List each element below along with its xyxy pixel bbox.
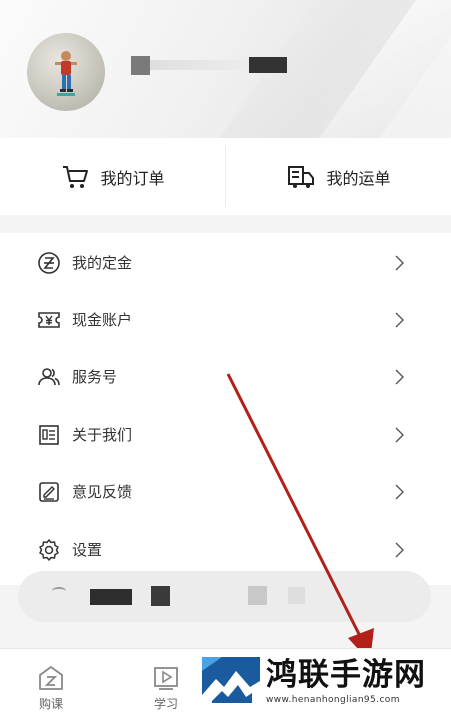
deposit-coin-icon bbox=[38, 251, 60, 274]
cart-icon bbox=[63, 165, 89, 188]
cash-ticket-icon bbox=[38, 311, 60, 328]
watermark-title: 鸿联手游网 bbox=[266, 657, 426, 693]
watermark-logo-icon bbox=[202, 657, 260, 711]
orders-row: 我的订单 我的运单 bbox=[0, 138, 451, 215]
redacted-block bbox=[151, 586, 170, 606]
my-shipments-button[interactable]: 我的运单 bbox=[226, 138, 451, 215]
chevron-right-icon bbox=[395, 369, 404, 384]
edit-feedback-icon bbox=[39, 481, 59, 502]
redacted-block bbox=[52, 587, 66, 595]
tab-buy-course[interactable]: 购课 bbox=[21, 649, 81, 715]
course-shop-icon bbox=[39, 666, 63, 690]
menu-item-about-us[interactable]: 关于我们 bbox=[0, 406, 451, 463]
username-redacted bbox=[150, 60, 249, 70]
menu-item-deposit[interactable]: 我的定金 bbox=[0, 234, 451, 291]
username-redacted bbox=[131, 56, 150, 75]
redacted-block bbox=[248, 586, 267, 605]
menu-item-service-account[interactable]: 服务号 bbox=[0, 348, 451, 405]
avatar-figure-icon bbox=[55, 51, 77, 96]
username-redacted bbox=[249, 57, 287, 73]
tab-label: 购课 bbox=[38, 697, 63, 711]
watermark-text: 鸿联手游网 www.henanhonglian95.com bbox=[266, 656, 426, 706]
chevron-right-icon bbox=[395, 312, 404, 327]
profile-header bbox=[0, 0, 451, 138]
chevron-right-icon bbox=[395, 484, 404, 499]
info-card-icon bbox=[39, 424, 59, 445]
my-shipments-label: 我的运单 bbox=[326, 168, 391, 188]
menu-item-cash-account[interactable]: 现金账户 bbox=[0, 291, 451, 348]
menu-item-label: 现金账户 bbox=[72, 311, 133, 329]
menu-item-label: 意见反馈 bbox=[72, 483, 133, 501]
gear-icon bbox=[39, 538, 59, 561]
chevron-right-icon bbox=[395, 542, 404, 557]
people-icon bbox=[38, 367, 60, 385]
menu-item-settings[interactable]: 设置 bbox=[0, 521, 451, 578]
tab-label: 学习 bbox=[153, 697, 178, 711]
menu-item-label: 服务号 bbox=[72, 368, 118, 386]
menu-item-label: 设置 bbox=[72, 541, 103, 559]
truck-list-icon bbox=[288, 165, 315, 188]
my-orders-label: 我的订单 bbox=[100, 168, 165, 188]
watermark: 鸿联手游网 www.henanhonglian95.com bbox=[202, 656, 451, 715]
tab-learn[interactable]: 学习 bbox=[136, 649, 196, 715]
menu-list: 我的定金 现金账户 服务号 关于我们 意见反馈 设置 bbox=[0, 233, 451, 585]
redacted-banner[interactable] bbox=[18, 571, 431, 622]
my-orders-button[interactable]: 我的订单 bbox=[0, 138, 225, 215]
menu-item-label: 关于我们 bbox=[72, 426, 133, 444]
play-learn-icon bbox=[154, 667, 178, 690]
avatar[interactable] bbox=[27, 33, 105, 111]
menu-item-label: 我的定金 bbox=[72, 254, 133, 272]
redacted-block bbox=[288, 587, 305, 604]
watermark-url: www.henanhonglian95.com bbox=[266, 695, 400, 705]
menu-item-feedback[interactable]: 意见反馈 bbox=[0, 463, 451, 520]
chevron-right-icon bbox=[395, 255, 404, 270]
redacted-block bbox=[90, 589, 132, 605]
chevron-right-icon bbox=[395, 427, 404, 442]
